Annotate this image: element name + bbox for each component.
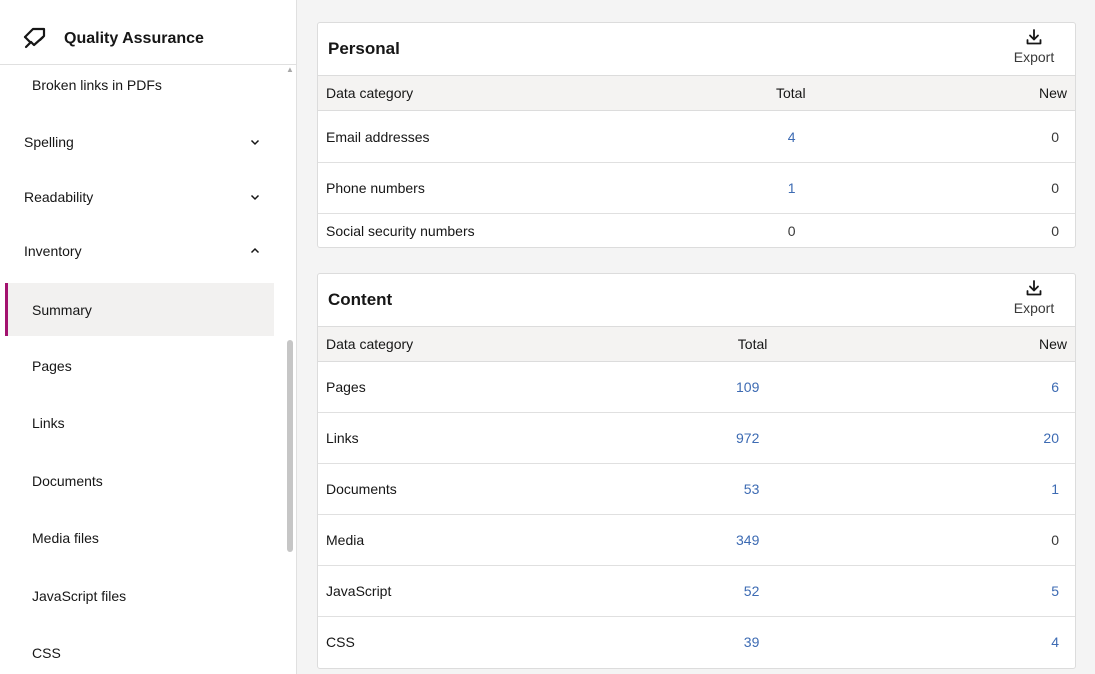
sidebar-item-label: Broken links in PDFs: [32, 77, 162, 93]
column-header-category: Data category: [326, 336, 414, 352]
row-total-link[interactable]: 53: [728, 464, 949, 515]
table-row: Social security numbers 0 0: [318, 214, 1075, 248]
table-row: Media 349 0: [318, 515, 1075, 566]
row-total-link[interactable]: 39: [728, 617, 949, 668]
column-header-total: Total: [737, 336, 768, 352]
export-button[interactable]: Export: [1011, 27, 1057, 71]
card-title: Content: [328, 290, 393, 309]
row-total-link[interactable]: 4: [768, 111, 944, 163]
table-row: Documents 53 1: [318, 464, 1075, 515]
column-header-new: New: [1038, 336, 1067, 352]
row-new-link[interactable]: 4: [949, 617, 1075, 668]
table-row: JavaScript 52 5: [318, 566, 1075, 617]
sidebar-item-label: Summary: [32, 301, 92, 318]
row-category: Documents: [326, 481, 397, 497]
row-new: 0: [1051, 532, 1059, 548]
row-category: CSS: [326, 634, 355, 651]
table-row: Email addresses 4 0: [318, 111, 1075, 163]
sidebar-item-broken-links-in-pdfs[interactable]: Broken links in PDFs: [0, 59, 280, 111]
sidebar-item-summary[interactable]: Summary: [5, 283, 274, 336]
column-header-new: New: [1038, 85, 1067, 101]
row-total-link[interactable]: 972: [728, 413, 949, 464]
sidebar: Quality Assurance ▲ Broken links in PDFs…: [0, 0, 297, 674]
row-new-link[interactable]: 6: [949, 362, 1075, 413]
content-table: Data category Total New Pages 109 6 Link…: [318, 326, 1075, 668]
table-row: Pages 109 6: [318, 362, 1075, 413]
row-total-link[interactable]: 1: [768, 163, 944, 214]
personal-table: Data category Total New Email addresses …: [318, 75, 1075, 248]
card-header: Personal Export: [318, 23, 1075, 75]
sidebar-item-media-files[interactable]: Media files: [0, 512, 280, 564]
column-header-category: Data category: [326, 85, 414, 101]
row-category: JavaScript: [326, 583, 392, 599]
chevron-up-icon: [250, 247, 260, 254]
row-category: Phone numbers: [326, 180, 425, 196]
sidebar-item-label: JavaScript files: [32, 588, 127, 604]
sidebar-header: Quality Assurance: [0, 0, 296, 65]
row-total-link[interactable]: 109: [728, 362, 949, 413]
row-category: Links: [326, 430, 359, 446]
row-category: Media: [326, 532, 365, 548]
chevron-down-icon: [250, 194, 260, 201]
sidebar-title: Quality Assurance: [64, 30, 204, 47]
row-new-link[interactable]: 5: [949, 566, 1075, 617]
column-header-total: Total: [776, 85, 806, 101]
row-total: 0: [787, 222, 796, 239]
table-header-row: Data category Total New: [318, 75, 1075, 111]
content-card: Content Export Data category Total New P…: [317, 273, 1076, 669]
sidebar-item-label: Pages: [32, 358, 72, 374]
row-new: 0: [1051, 128, 1059, 145]
sidebar-item-label: Spelling: [24, 134, 74, 150]
row-category: Social security numbers: [326, 222, 475, 239]
sidebar-item-label: Inventory: [24, 243, 82, 259]
export-label: Export: [1013, 300, 1055, 316]
sidebar-scrollbar[interactable]: [287, 340, 293, 552]
row-total-link[interactable]: 52: [728, 566, 949, 617]
sidebar-item-javascript-files[interactable]: JavaScript files: [0, 570, 280, 622]
sidebar-item-spelling[interactable]: Spelling: [0, 116, 280, 168]
export-button[interactable]: Export: [1011, 278, 1057, 322]
sidebar-item-label: CSS: [32, 645, 61, 661]
sidebar-item-label: Links: [32, 415, 65, 431]
sidebar-item-label: Documents: [32, 473, 103, 489]
sidebar-item-readability[interactable]: Readability: [0, 171, 280, 223]
export-label: Export: [1013, 49, 1055, 65]
sidebar-item-label: Media files: [32, 530, 99, 546]
download-icon: [1026, 29, 1042, 45]
sidebar-item-inventory[interactable]: Inventory: [0, 225, 280, 277]
table-row: Phone numbers 1 0: [318, 163, 1075, 214]
row-category: Pages: [326, 379, 366, 395]
row-new-link[interactable]: 20: [949, 413, 1075, 464]
sidebar-item-css[interactable]: CSS: [0, 627, 280, 674]
row-new: 0: [1051, 222, 1059, 239]
chevron-down-icon: [250, 139, 260, 146]
sidebar-item-documents[interactable]: Documents: [0, 455, 280, 507]
card-title: Personal: [328, 39, 400, 58]
sidebar-item-label: Readability: [24, 189, 94, 205]
card-header: Content Export: [318, 274, 1075, 326]
table-header-row: Data category Total New: [318, 326, 1075, 362]
row-category: Email addresses: [326, 128, 430, 145]
scroll-up-arrow-icon[interactable]: ▲: [286, 66, 294, 74]
sidebar-item-pages[interactable]: Pages: [0, 340, 280, 392]
table-row: CSS 39 4: [318, 617, 1075, 668]
row-new: 0: [1051, 180, 1059, 196]
row-total-link[interactable]: 349: [728, 515, 949, 566]
download-icon: [1026, 280, 1042, 296]
quality-assurance-icon: [23, 27, 46, 49]
sidebar-item-links[interactable]: Links: [0, 397, 280, 449]
row-new-link[interactable]: 1: [949, 464, 1075, 515]
table-row: Links 972 20: [318, 413, 1075, 464]
personal-card: Personal Export Data category Total New …: [317, 22, 1076, 248]
